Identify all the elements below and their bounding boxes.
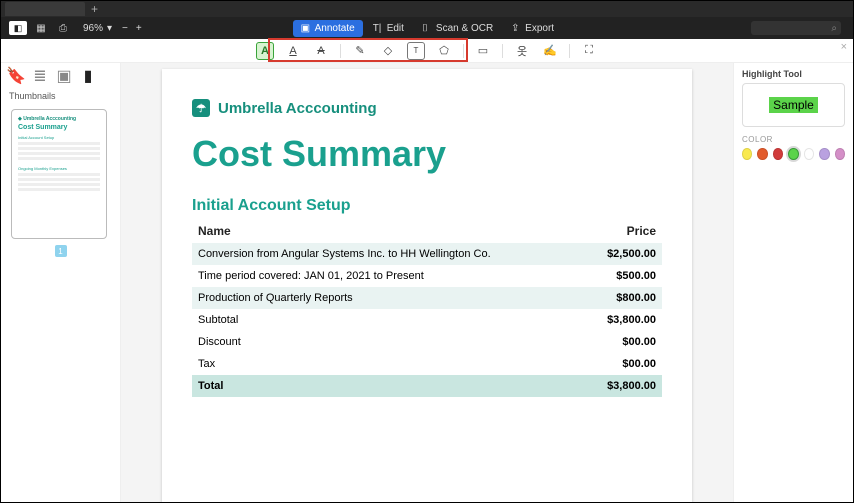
chevron-down-icon: ▾ — [107, 23, 112, 34]
color-swatch-pink[interactable] — [835, 148, 845, 160]
textbox-tool-button[interactable]: T — [407, 42, 425, 60]
separator — [569, 44, 570, 58]
highlight-tool-button[interactable]: A — [256, 42, 274, 60]
table-row: Time period covered: JAN 01, 2021 to Pre… — [192, 265, 662, 287]
mode-annotate-label: Annotate — [315, 23, 355, 34]
mode-edit[interactable]: T| Edit — [365, 20, 412, 37]
outline-tab[interactable]: ≣ — [33, 69, 47, 83]
summary-row: Discount$00.00 — [192, 331, 662, 353]
document-viewport[interactable]: ☂ Umbrella Acccounting Cost Summary Init… — [121, 63, 733, 502]
window-tab[interactable] — [5, 2, 85, 16]
summary-row: Subtotal$3,800.00 — [192, 309, 662, 331]
tool-panel-title: Highlight Tool — [742, 69, 845, 79]
crop-tool-button[interactable]: ⛶ — [580, 42, 598, 60]
strikethrough-tool-button[interactable]: A — [312, 42, 330, 60]
thumbnails-tab[interactable]: ▮ — [81, 69, 95, 83]
company-header: ☂ Umbrella Acccounting — [192, 99, 662, 117]
mode-scan-label: Scan & OCR — [436, 23, 493, 34]
eraser-tool-button[interactable]: ◇ — [379, 42, 397, 60]
summary-total-row: Total$3,800.00 — [192, 375, 662, 397]
underline-tool-button[interactable]: A — [284, 42, 302, 60]
cost-table: Name Price Conversion from Angular Syste… — [192, 219, 662, 309]
attachments-tab[interactable]: ▣ — [57, 69, 71, 83]
comment-tool-button[interactable]: ▭ — [474, 42, 492, 60]
umbrella-logo-icon: ☂ — [192, 99, 210, 117]
separator — [463, 44, 464, 58]
annotate-subtoolbar: A A A ✎ ◇ T ⬠ ▭ 옷 ✍ ⛶ × — [1, 39, 853, 63]
color-swatch-yellow[interactable] — [742, 148, 752, 160]
main-toolbar: ◧ ▦ ⎙ 96% ▾ − + ▣ Annotate T| Edit ⌷ Sca… — [1, 17, 853, 39]
page-title: Cost Summary — [192, 133, 662, 175]
color-swatch-red[interactable] — [773, 148, 783, 160]
color-swatch-green[interactable] — [788, 148, 798, 160]
scan-icon: ⌷ — [422, 23, 432, 33]
mode-export[interactable]: ⇪ Export — [503, 20, 562, 37]
company-name: Umbrella Acccounting — [218, 100, 377, 117]
close-panel-button[interactable]: × — [841, 41, 847, 53]
section-heading: Initial Account Setup — [192, 197, 662, 215]
export-icon: ⇪ — [511, 23, 521, 33]
col-name: Name — [192, 219, 584, 243]
zoom-control[interactable]: 96% ▾ − + — [83, 23, 142, 34]
col-price: Price — [584, 219, 662, 243]
highlight-preview: Sample — [742, 83, 845, 127]
right-sidebar: Highlight Tool Sample COLOR — [733, 63, 853, 502]
edit-icon: T| — [373, 23, 383, 33]
table-row: Production of Quarterly Reports$800.00 — [192, 287, 662, 309]
mode-annotate[interactable]: ▣ Annotate — [293, 20, 363, 37]
left-sidebar: 🔖 ≣ ▣ ▮ Thumbnails ◆ Umbrella Acccountin… — [1, 63, 121, 502]
thumbnails-label: Thumbnails — [1, 89, 120, 103]
summary-table: Subtotal$3,800.00 Discount$00.00 Tax$00.… — [192, 309, 662, 397]
mode-export-label: Export — [525, 23, 554, 34]
bookmarks-tab[interactable]: 🔖 — [9, 69, 23, 83]
signature-tool-button[interactable]: ✍ — [541, 42, 559, 60]
sample-text: Sample — [769, 97, 818, 113]
annotate-icon: ▣ — [301, 23, 311, 33]
toolbar-save-icon[interactable]: ⎙ — [55, 21, 71, 35]
color-swatch-orange[interactable] — [757, 148, 767, 160]
table-row: Conversion from Angular Systems Inc. to … — [192, 243, 662, 265]
app-icon: ◧ — [9, 21, 27, 35]
shape-tool-button[interactable]: ⬠ — [435, 42, 453, 60]
separator — [340, 44, 341, 58]
mode-scan[interactable]: ⌷ Scan & OCR — [414, 20, 501, 37]
separator — [502, 44, 503, 58]
color-swatch-white[interactable] — [804, 148, 814, 160]
page-thumbnail-1[interactable]: ◆ Umbrella Acccounting Cost Summary Init… — [11, 109, 107, 239]
color-section-label: COLOR — [742, 135, 845, 144]
window-tabbar: + — [1, 1, 853, 17]
toolbar-grid-icon[interactable]: ▦ — [33, 21, 49, 35]
stamp-tool-button[interactable]: 옷 — [513, 42, 531, 60]
content-area: 🔖 ≣ ▣ ▮ Thumbnails ◆ Umbrella Acccountin… — [1, 63, 853, 502]
page-number-badge[interactable]: 1 — [55, 245, 67, 257]
pen-tool-button[interactable]: ✎ — [351, 42, 369, 60]
document-page: ☂ Umbrella Acccounting Cost Summary Init… — [162, 69, 692, 502]
summary-row: Tax$00.00 — [192, 353, 662, 375]
mode-edit-label: Edit — [387, 23, 404, 34]
zoom-value: 96% — [83, 23, 103, 34]
color-swatch-purple[interactable] — [819, 148, 829, 160]
zoom-out-button[interactable]: − — [122, 23, 128, 34]
new-tab-button[interactable]: + — [91, 2, 98, 16]
color-swatches — [742, 148, 845, 160]
search-icon: ⌕ — [831, 23, 837, 34]
search-input[interactable]: ⌕ — [751, 21, 841, 35]
